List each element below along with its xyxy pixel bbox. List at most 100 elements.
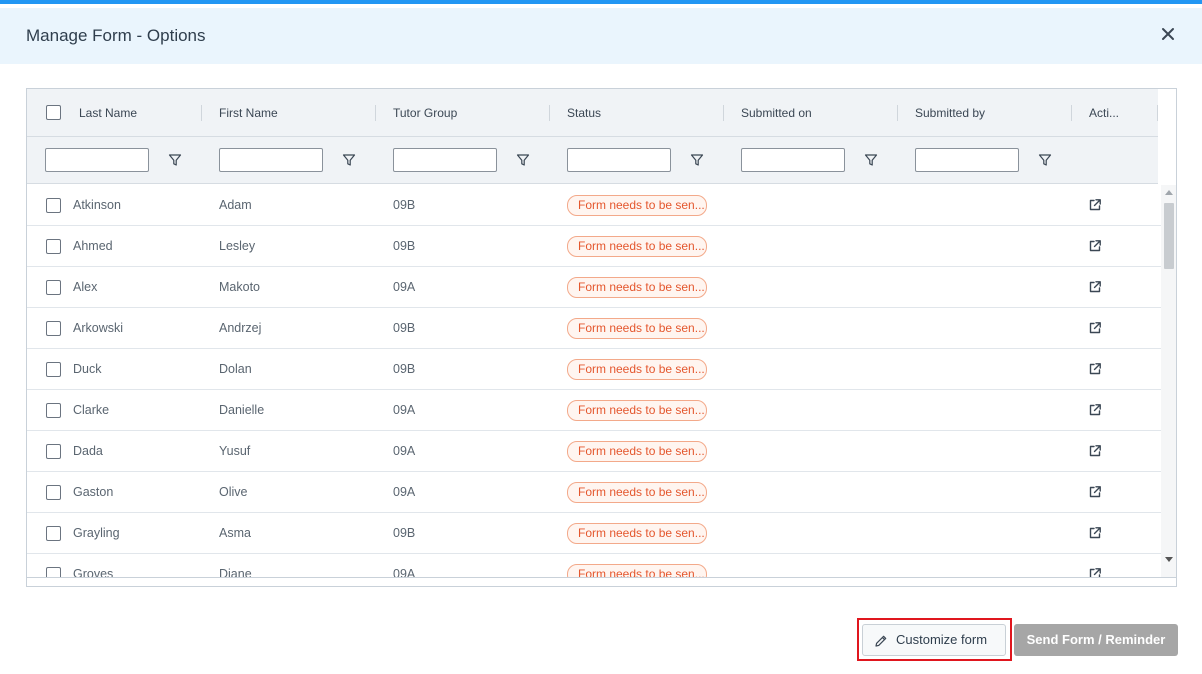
filter-icon[interactable] [864,153,878,167]
column-header-last-name[interactable]: Last Name [79,89,137,137]
table-row[interactable]: Dada Yusuf 09A Form needs to be sen... [27,431,1162,472]
filter-icon[interactable] [516,153,530,167]
first-name-cell: Yusuf [219,444,251,458]
modal-header: Manage Form - Options [0,8,1202,64]
row-checkbox[interactable] [46,567,61,577]
filter-icon[interactable] [168,153,182,167]
tutor-group-cell: 09A [393,403,416,417]
status-badge: Form needs to be sen... [567,441,707,462]
last-name-cell: Groves [73,567,114,577]
table-row[interactable]: Duck Dolan 09B Form needs to be sen... [27,349,1162,390]
tutor-group-cell: 09A [393,485,416,499]
column-resize-handle[interactable] [201,105,202,121]
row-checkbox[interactable] [46,444,61,459]
column-header-first-name[interactable]: First Name [219,89,278,137]
last-name-cell: Alex [73,280,98,294]
column-header-status[interactable]: Status [567,89,601,137]
horizontal-scrollbar[interactable] [27,577,1176,586]
status-badge: Form needs to be sen... [567,523,707,544]
table-row[interactable]: Alex Makoto 09A Form needs to be sen... [27,267,1162,308]
status-badge: Form needs to be sen... [567,359,707,380]
status-badge: Form needs to be sen... [567,277,707,298]
first-name-cell: Makoto [219,280,260,294]
column-resize-handle[interactable] [375,105,376,121]
last-name-cell: Atkinson [73,198,121,212]
row-checkbox[interactable] [46,485,61,500]
send-form-reminder-button[interactable]: Send Form / Reminder [1014,624,1178,656]
grid-body: Atkinson Adam 09B Form needs to be sen..… [27,185,1162,577]
tutor-group-filter-input[interactable] [393,148,497,172]
external-link-icon[interactable] [1088,444,1102,458]
row-checkbox[interactable] [46,280,61,295]
tutor-group-cell: 09B [393,362,416,376]
external-link-icon[interactable] [1088,362,1102,376]
filter-icon[interactable] [690,153,704,167]
manage-form-modal: Manage Form - Options Last Name First Na… [0,0,1202,674]
row-checkbox[interactable] [46,239,61,254]
scroll-up-arrow-icon[interactable] [1165,190,1173,195]
modal-title: Manage Form - Options [26,26,206,45]
status-filter-input[interactable] [567,148,671,172]
last-name-cell: Ahmed [73,239,113,253]
row-checkbox[interactable] [46,321,61,336]
column-resize-handle[interactable] [1157,105,1158,121]
column-header-actions[interactable]: Acti... [1089,89,1119,137]
first-name-cell: Lesley [219,239,256,253]
external-link-icon[interactable] [1088,280,1102,294]
submitted-by-filter-input[interactable] [915,148,1019,172]
first-name-filter-input[interactable] [219,148,323,172]
status-badge: Form needs to be sen... [567,236,707,257]
table-row[interactable]: Gaston Olive 09A Form needs to be sen... [27,472,1162,513]
pencil-icon [875,635,887,647]
table-row[interactable]: Grayling Asma 09B Form needs to be sen..… [27,513,1162,554]
scroll-down-arrow-icon[interactable] [1165,557,1173,562]
status-badge: Form needs to be sen... [567,482,707,503]
first-name-cell: Andrzej [219,321,262,335]
table-row[interactable]: Groves Diane 09A Form needs to be sen... [27,554,1162,577]
first-name-cell: Adam [219,198,252,212]
column-resize-handle[interactable] [723,105,724,121]
status-badge: Form needs to be sen... [567,318,707,339]
column-header-submitted-on[interactable]: Submitted on [741,89,812,137]
status-badge: Form needs to be sen... [567,195,707,216]
external-link-icon[interactable] [1088,485,1102,499]
external-link-icon[interactable] [1088,198,1102,212]
last-name-filter-input[interactable] [45,148,149,172]
last-name-cell: Dada [73,444,103,458]
tutor-group-cell: 09B [393,526,416,540]
table-row[interactable]: Clarke Danielle 09A Form needs to be sen… [27,390,1162,431]
row-checkbox[interactable] [46,403,61,418]
table-row[interactable]: Arkowski Andrzej 09B Form needs to be se… [27,308,1162,349]
scrollbar-thumb[interactable] [1164,203,1174,269]
external-link-icon[interactable] [1088,321,1102,335]
external-link-icon[interactable] [1088,567,1102,577]
filter-icon[interactable] [342,153,356,167]
customize-form-button[interactable]: Customize form [862,624,1006,656]
vertical-scrollbar[interactable] [1161,185,1176,577]
column-resize-handle[interactable] [1071,105,1072,121]
submitted-on-filter-input[interactable] [741,148,845,172]
students-grid: Last Name First Name Tutor Group Status … [26,88,1177,587]
select-all-checkbox[interactable] [46,105,61,120]
last-name-cell: Duck [73,362,102,376]
table-row[interactable]: Atkinson Adam 09B Form needs to be sen..… [27,185,1162,226]
grid-header-row: Last Name First Name Tutor Group Status … [27,89,1158,137]
column-header-tutor-group[interactable]: Tutor Group [393,89,457,137]
close-icon[interactable] [1158,24,1178,44]
row-checkbox[interactable] [46,526,61,541]
last-name-cell: Clarke [73,403,110,417]
external-link-icon[interactable] [1088,526,1102,540]
external-link-icon[interactable] [1088,403,1102,417]
row-checkbox[interactable] [46,362,61,377]
customize-form-label: Customize form [896,632,988,647]
last-name-cell: Grayling [73,526,120,540]
table-row[interactable]: Ahmed Lesley 09B Form needs to be sen... [27,226,1162,267]
status-badge: Form needs to be sen... [567,400,707,421]
column-resize-handle[interactable] [897,105,898,121]
filter-icon[interactable] [1038,153,1052,167]
first-name-cell: Danielle [219,403,265,417]
column-resize-handle[interactable] [549,105,550,121]
row-checkbox[interactable] [46,198,61,213]
external-link-icon[interactable] [1088,239,1102,253]
column-header-submitted-by[interactable]: Submitted by [915,89,985,137]
